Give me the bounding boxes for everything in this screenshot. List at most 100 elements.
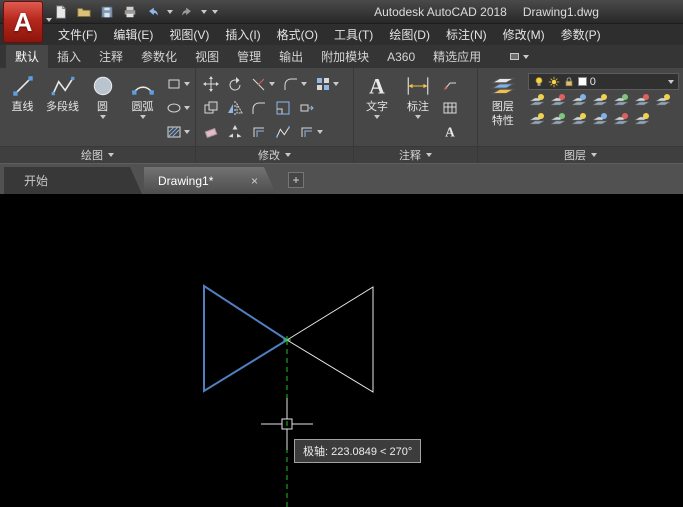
arc-tool[interactable]: 圆弧 <box>123 70 162 146</box>
layer-sun-icon[interactable] <box>548 76 560 88</box>
line-tool[interactable]: 直线 <box>3 70 42 146</box>
ribbon-tab-insert[interactable]: 插入 <box>48 45 90 68</box>
menu-view[interactable]: 视图(V) <box>161 23 217 46</box>
tab-drawing1[interactable]: Drawing1* × <box>144 167 276 194</box>
layer-lock-tool-icon[interactable] <box>592 93 608 109</box>
scale-tool[interactable] <box>273 100 293 116</box>
menu-edit[interactable]: 编辑(E) <box>105 23 161 46</box>
panel-label-layers[interactable]: 图层 <box>478 146 683 163</box>
layer-unisolate-icon[interactable] <box>550 112 566 128</box>
dimension-flyout-icon[interactable] <box>415 115 421 119</box>
layer-thaw-icon[interactable] <box>571 112 587 128</box>
rotate-tool[interactable] <box>225 76 245 92</box>
measure-flyout-icon[interactable] <box>317 130 323 134</box>
ribbon-tab-manage[interactable]: 管理 <box>228 45 270 68</box>
panel-label-annotate[interactable]: 注释 <box>354 146 477 163</box>
layer-dropdown-arrow-icon[interactable] <box>668 80 674 84</box>
drawing-canvas[interactable]: 极轴: 223.0849 < 270° <box>0 194 683 507</box>
text-style-tool[interactable] <box>440 124 460 140</box>
offset-tool[interactable] <box>249 124 269 140</box>
layer-bulb-icon[interactable] <box>533 76 545 88</box>
ribbon-display-toggle[interactable] <box>504 45 535 68</box>
new-tab-button[interactable]: + <box>288 172 304 188</box>
measure-tool[interactable] <box>297 124 325 140</box>
table-tool[interactable] <box>440 100 460 116</box>
undo-flyout-icon[interactable] <box>167 10 173 14</box>
hatch-tool[interactable] <box>164 124 192 140</box>
menu-modify[interactable]: 修改(M) <box>495 23 553 46</box>
layer-off-icon[interactable] <box>529 93 545 109</box>
layer-copy-to-icon[interactable] <box>613 112 629 128</box>
layer-current-icon[interactable] <box>613 93 629 109</box>
layer-match-icon[interactable] <box>634 93 650 109</box>
arc-flyout-icon[interactable] <box>140 115 146 119</box>
rectangle-flyout-icon[interactable] <box>184 82 190 86</box>
ribbon-tab-view[interactable]: 视图 <box>186 45 228 68</box>
menu-dimension[interactable]: 标注(N) <box>438 23 495 46</box>
menu-file[interactable]: 文件(F) <box>50 23 105 46</box>
polyline-tool[interactable]: 多段线 <box>43 70 82 146</box>
layer-unlock-icon[interactable] <box>592 112 608 128</box>
menu-draw[interactable]: 绘图(D) <box>381 23 438 46</box>
panel-label-modify[interactable]: 修改 <box>196 146 353 163</box>
application-menu-button[interactable]: A <box>3 1 43 43</box>
join-tool[interactable] <box>273 124 293 140</box>
circle-flyout-icon[interactable] <box>100 115 106 119</box>
right-triangle-geometry[interactable] <box>287 287 373 392</box>
layer-properties-tool[interactable]: 图层 特性 <box>481 70 525 146</box>
left-triangle-geometry[interactable] <box>204 286 287 391</box>
undo-button[interactable] <box>144 3 162 21</box>
menu-format[interactable]: 格式(O) <box>269 23 326 46</box>
rectangle-tool[interactable] <box>164 76 192 92</box>
close-tab-icon[interactable]: × <box>251 174 276 188</box>
hatch-flyout-icon[interactable] <box>184 130 190 134</box>
ribbon-tab-a360[interactable]: A360 <box>378 45 424 68</box>
layer-freeze-icon[interactable] <box>571 93 587 109</box>
open-button[interactable] <box>75 3 93 21</box>
array-tool[interactable] <box>313 76 341 92</box>
text-tool[interactable]: 文字 <box>357 70 397 146</box>
menu-parametric[interactable]: 参数(P) <box>553 23 609 46</box>
dimension-tool[interactable]: 标注 <box>398 70 438 146</box>
layer-on-all-icon[interactable] <box>529 112 545 128</box>
redo-button[interactable] <box>178 3 196 21</box>
fillet-flyout-icon[interactable] <box>301 82 307 86</box>
redo-flyout-icon[interactable] <box>201 10 207 14</box>
ribbon-tab-annotate[interactable]: 注释 <box>90 45 132 68</box>
layer-color-swatch[interactable] <box>578 77 587 86</box>
explode-tool[interactable] <box>225 124 245 140</box>
ribbon-tab-parametric[interactable]: 参数化 <box>132 45 186 68</box>
ellipse-flyout-icon[interactable] <box>184 106 190 110</box>
qat-customize-icon[interactable] <box>212 10 218 14</box>
copy-tool[interactable] <box>201 100 221 116</box>
app-menu-arrow-icon[interactable] <box>46 18 52 22</box>
array-flyout-icon[interactable] <box>333 82 339 86</box>
ribbon-tab-featured-apps[interactable]: 精选应用 <box>424 45 490 68</box>
erase-tool[interactable] <box>201 124 221 140</box>
ribbon-tab-home[interactable]: 默认 <box>6 45 48 68</box>
fillet-tool[interactable] <box>281 76 309 92</box>
ellipse-tool[interactable] <box>164 100 192 116</box>
text-flyout-icon[interactable] <box>374 115 380 119</box>
ribbon-tab-addins[interactable]: 附加模块 <box>312 45 378 68</box>
ribbon-tab-output[interactable]: 输出 <box>270 45 312 68</box>
trim-flyout-icon[interactable] <box>269 82 275 86</box>
plot-button[interactable] <box>121 3 139 21</box>
layer-isolate-icon[interactable] <box>550 93 566 109</box>
layer-lock-icon[interactable] <box>563 76 575 88</box>
stretch-tool[interactable] <box>297 100 317 116</box>
circle-tool[interactable]: 圆 <box>83 70 122 146</box>
new-drawing-button[interactable] <box>52 3 70 21</box>
save-button[interactable] <box>98 3 116 21</box>
menu-insert[interactable]: 插入(I) <box>217 23 268 46</box>
tab-start[interactable]: 开始 <box>4 167 142 194</box>
chamfer-tool[interactable] <box>249 100 269 116</box>
leader-tool[interactable] <box>440 76 460 92</box>
panel-label-draw[interactable]: 绘图 <box>0 146 195 163</box>
layer-dropdown[interactable]: 0 <box>528 73 679 90</box>
layer-previous-icon[interactable] <box>634 112 650 128</box>
layer-walk-icon[interactable] <box>655 93 671 109</box>
trim-tool[interactable] <box>249 76 277 92</box>
mirror-tool[interactable] <box>225 100 245 116</box>
move-tool[interactable] <box>201 76 221 92</box>
